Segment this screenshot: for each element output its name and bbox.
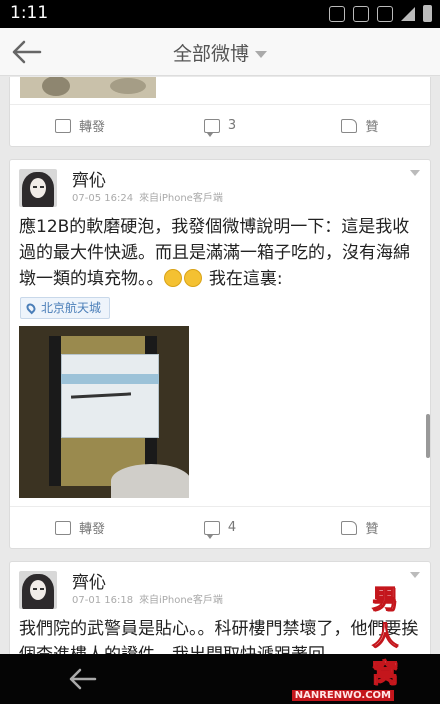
watermark-logo: 男人窝 [371,585,398,690]
user-name[interactable]: 齊伈 [72,166,106,191]
comment-count: 3 [227,118,237,133]
post-card: 齊伈 07-01 16:18 來自iPhone客戶端 我們院的武警員是貼心。。科研… [9,561,431,654]
location-tag[interactable]: 北京航天城 [20,297,111,319]
post-source: 來自iPhone客戶端 [139,595,223,606]
post-actions: 轉發 3 贊 [10,104,430,146]
post-actions: 轉發 4 贊 [10,506,430,548]
like-icon [341,520,358,535]
emoji-icon [163,269,182,287]
post-location-prefix: 我在這裏: [203,269,283,289]
avatar[interactable] [19,571,57,609]
like-label: 贊 [365,522,379,537]
like-button[interactable]: 贊 [290,105,430,146]
nav-bar: weib 男人窝 NANRENWO.COM [0,585,440,704]
post-time: 07-01 16:18 [72,595,134,606]
status-bar: 1:11 [0,0,440,28]
avatar[interactable] [19,169,57,207]
comment-button[interactable]: 3 [150,105,290,146]
repost-icon [54,520,71,535]
repost-button[interactable]: 轉發 [10,105,150,146]
scrollbar[interactable] [426,414,430,458]
like-label: 贊 [365,120,379,135]
comment-button[interactable]: 4 [150,507,290,548]
feed-title-dropdown[interactable]: 全部微博 [0,39,440,66]
feed-list[interactable]: 轉發 3 贊 齊伈 07-05 16:24 來自iPhone客戶端 應12B的軟磨… [0,77,440,654]
location-pin-icon [24,301,38,315]
alarm-icon [377,5,393,22]
signal-icon [401,6,415,21]
location-name: 北京航天城 [41,301,102,315]
post-meta: 07-01 16:18 來自iPhone客戶端 [72,591,223,606]
comment-icon [203,520,220,539]
post-card: 齊伈 07-05 16:24 來自iPhone客戶端 應12B的軟磨硬泡，我發個微… [9,159,431,549]
post-text: 應12B的軟磨硬泡，我發個微博說明一下：這是我收過的最大件快遞。而且是滿滿一箱子… [19,214,420,292]
post-text: 我們院的武警員是貼心。。科研樓門禁壞了，他們要挨個查進樓人的證件，我出門取快遞跟… [19,619,419,654]
more-caret-icon[interactable] [410,572,420,578]
status-time: 1:11 [10,3,49,23]
repost-icon [54,118,71,133]
notification-icon [329,5,345,22]
page-title: 全部微博 [172,43,249,65]
status-icons [329,5,432,22]
post-meta: 07-05 16:24 來自iPhone客戶端 [72,189,223,204]
image-icon [353,5,369,22]
dropdown-caret-icon [255,51,267,58]
app-header: 全部微博 [0,28,440,76]
like-icon [341,118,358,133]
user-name[interactable]: 齊伈 [72,568,106,593]
repost-button[interactable]: 轉發 [10,507,150,548]
repost-label: 轉發 [78,120,105,135]
post-card: 轉發 3 贊 [9,77,431,147]
comment-count: 4 [227,520,237,535]
more-caret-icon[interactable] [410,170,420,176]
battery-icon [423,5,432,22]
nav-back-icon[interactable] [68,668,98,690]
comment-icon [203,118,220,137]
emoji-icon [183,269,202,287]
like-button[interactable]: 贊 [290,507,430,548]
watermark-url: NANRENWO.COM [291,690,394,701]
post-time: 07-05 16:24 [72,193,134,204]
post-photo[interactable] [19,326,189,498]
post-source: 來自iPhone客戶端 [139,193,223,204]
post-image[interactable] [20,77,156,98]
repost-label: 轉發 [78,522,105,537]
